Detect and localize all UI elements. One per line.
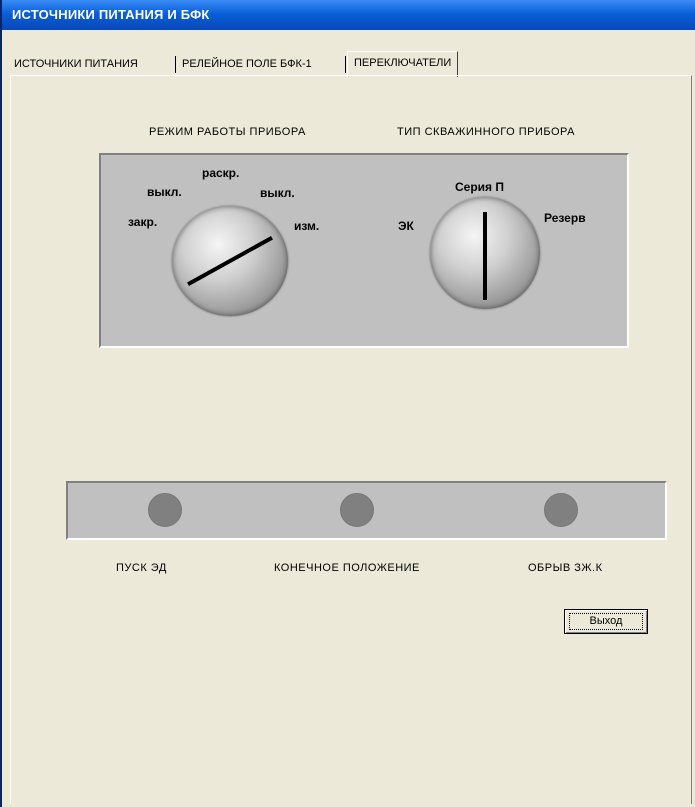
window-title: ИСТОЧНИКИ ПИТАНИЯ И БФК bbox=[12, 7, 210, 22]
break-label: ОБРЫВ ЗЖ.К bbox=[528, 562, 603, 574]
start-motor-label: ПУСК ЭД bbox=[116, 562, 167, 574]
tab-switches[interactable]: ПЕРЕКЛЮЧАТЕЛИ bbox=[347, 51, 459, 77]
mode-switch-knob[interactable] bbox=[172, 206, 288, 316]
mode-position-off-right: выкл. bbox=[260, 186, 295, 200]
device-type-switch-knob[interactable] bbox=[430, 197, 540, 309]
device-type-switch-pointer bbox=[483, 212, 487, 300]
exit-button[interactable]: Выход bbox=[564, 609, 648, 634]
device-type-position-series-p: Серия П bbox=[455, 180, 505, 194]
main-window: ИСТОЧНИКИ ПИТАНИЯ И БФК ИСТОЧНИКИ ПИТАНИ… bbox=[0, 0, 695, 807]
tab-power-sources[interactable]: ИСТОЧНИКИ ПИТАНИЯ bbox=[14, 54, 138, 75]
mode-switch-title: РЕЖИМ РАБОТЫ ПРИБОРА bbox=[149, 126, 306, 138]
mode-position-off-left: выкл. bbox=[147, 185, 182, 199]
exit-button-label: Выход bbox=[589, 615, 623, 627]
end-position-indicator bbox=[340, 493, 374, 527]
tab-relay-field[interactable]: РЕЛЕЙНОЕ ПОЛЕ БФК-1 bbox=[182, 54, 312, 75]
start-motor-indicator bbox=[148, 493, 182, 527]
mode-position-close: закр. bbox=[128, 215, 158, 229]
tab-separator bbox=[345, 56, 346, 73]
end-position-label: КОНЕЧНОЕ ПОЛОЖЕНИЕ bbox=[274, 562, 420, 574]
device-type-position-reserve: Резерв bbox=[544, 211, 586, 225]
mode-position-measure: изм. bbox=[294, 219, 320, 233]
break-indicator bbox=[544, 493, 578, 527]
device-type-position-ek: ЭК bbox=[398, 219, 414, 233]
mode-switch-pointer bbox=[187, 235, 273, 287]
mode-position-open: раскр. bbox=[202, 166, 240, 180]
tab-separator bbox=[175, 56, 176, 73]
title-bar[interactable]: ИСТОЧНИКИ ПИТАНИЯ И БФК bbox=[2, 0, 695, 30]
device-type-switch-title: ТИП СКВАЖИННОГО ПРИБОРА bbox=[397, 126, 575, 138]
